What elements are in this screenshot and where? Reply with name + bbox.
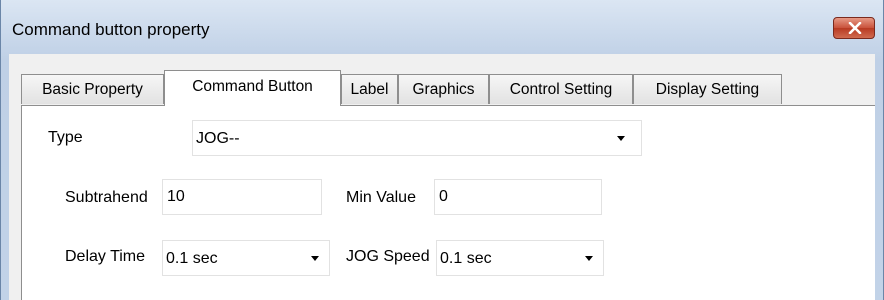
- jog-speed-value: 0.1 sec: [440, 250, 492, 267]
- command-button-panel: Type JOG-- Subtrahend 10 Min Value 0 Del…: [21, 105, 875, 300]
- type-label: Type: [48, 129, 83, 146]
- type-select[interactable]: JOG--: [192, 120, 642, 156]
- min-value-input[interactable]: 0: [434, 179, 602, 215]
- tab-label: Control Setting: [509, 81, 613, 98]
- tab-display-setting[interactable]: Display Setting: [633, 74, 782, 104]
- tab-graphics[interactable]: Graphics: [398, 74, 489, 104]
- min-value-value: 0: [439, 188, 448, 205]
- chevron-down-icon: [617, 136, 625, 141]
- delay-time-select[interactable]: 0.1 sec: [162, 240, 330, 276]
- tab-label: Command Button: [192, 78, 313, 95]
- close-button[interactable]: [833, 17, 875, 39]
- close-icon: [848, 22, 862, 34]
- chevron-down-icon: [311, 256, 319, 261]
- subtrahend-value: 10: [167, 188, 185, 205]
- delay-time-label: Delay Time: [65, 248, 146, 265]
- tab-basic-property[interactable]: Basic Property: [21, 74, 164, 104]
- delay-time-value: 0.1 sec: [166, 250, 218, 267]
- tab-command-button[interactable]: Command Button: [164, 70, 341, 106]
- jog-speed-select[interactable]: 0.1 sec: [436, 240, 604, 276]
- title-bar[interactable]: Command button property: [1, 0, 883, 54]
- tab-label[interactable]: Label: [341, 74, 398, 104]
- window-title: Command button property: [12, 20, 210, 39]
- type-select-value: JOG--: [196, 130, 240, 147]
- tab-label: Label: [350, 81, 389, 98]
- tab-label: Display Setting: [655, 81, 760, 98]
- dialog-client-area: Basic Property Command Button Label Grap…: [9, 54, 875, 300]
- subtrahend-input[interactable]: 10: [162, 179, 322, 215]
- chevron-down-icon: [585, 256, 593, 261]
- tab-label: Basic Property: [42, 81, 143, 98]
- min-value-label: Min Value: [346, 189, 416, 206]
- dialog-window: Command button property Basic Property C…: [0, 0, 884, 300]
- tab-control-setting[interactable]: Control Setting: [489, 74, 633, 104]
- jog-speed-label: JOG Speed: [346, 248, 430, 265]
- tab-label: Graphics: [412, 81, 475, 98]
- subtrahend-label: Subtrahend: [65, 189, 148, 206]
